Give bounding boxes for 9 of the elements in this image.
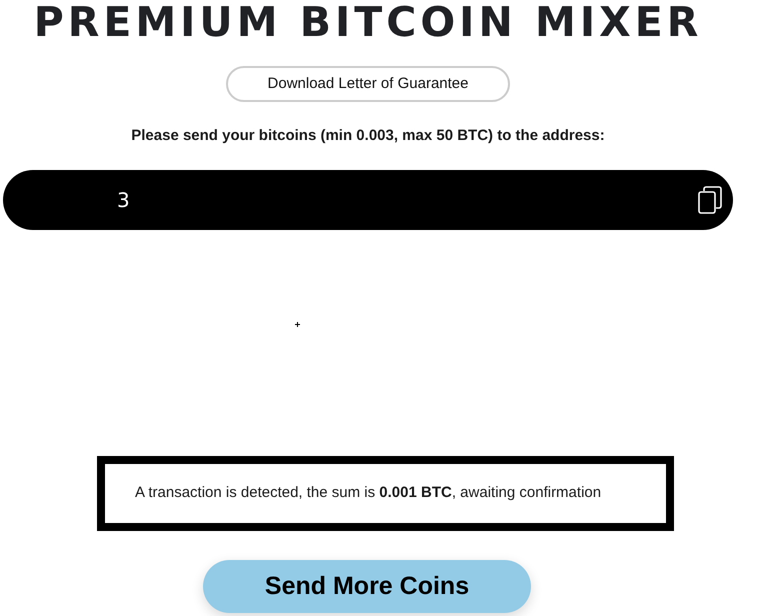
page-title: PREMIUM BITCOIN MIXER (34, 2, 702, 43)
instruction-text: Please send your bitcoins (min 0.003, max 50 BTC) to the address: (131, 126, 605, 146)
status-message: A transaction is detected, the sum is 0.001 BTC, awaiting confirmation (135, 483, 602, 504)
send-more-coins-button[interactable]: Send More Coins (203, 560, 531, 613)
cross-mark-icon (295, 322, 300, 327)
copy-icon[interactable] (698, 186, 722, 214)
address-field[interactable]: 3 (3, 170, 733, 230)
download-guarantee-button[interactable]: Download Letter of Guarantee (226, 66, 510, 102)
address-value: 3 (117, 187, 131, 214)
